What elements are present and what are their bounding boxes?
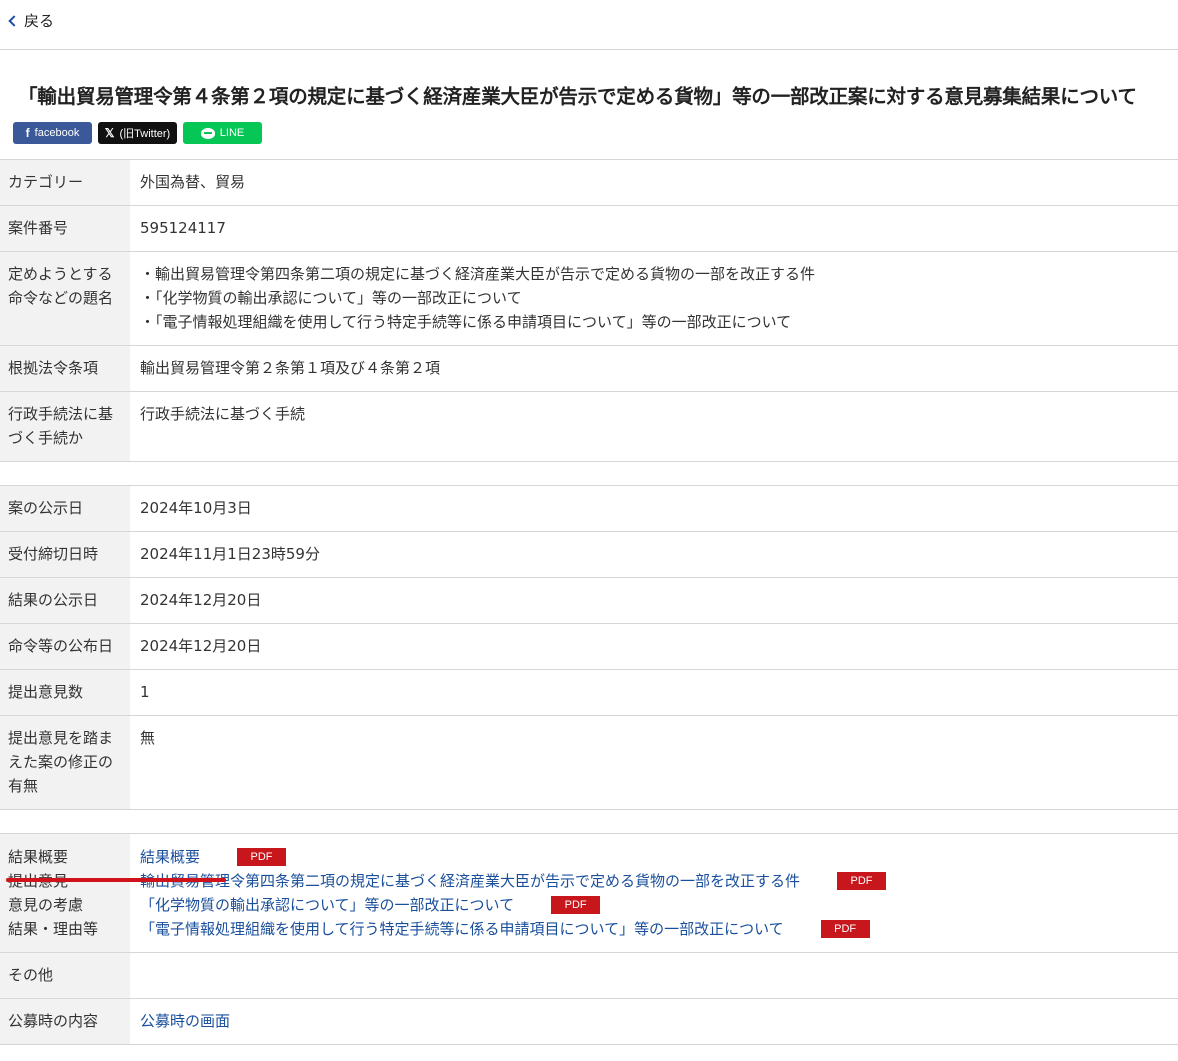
row-title-names: 定めようとする命令などの題名 ・輸出貿易管理令第四条第二項の規定に基づく経済産業…: [0, 252, 1178, 346]
row-value: [130, 953, 1178, 998]
link-item: 輸出貿易管理令第四条第二項の規定に基づく経済産業大臣が告示で定める貨物の一部を改…: [140, 869, 1168, 893]
row-label: 結果の公示日: [0, 578, 130, 623]
row-label: 提出意見数: [0, 670, 130, 715]
recruit-screen-link[interactable]: 公募時の画面: [140, 1012, 230, 1030]
share-buttons: f facebook 𝕏 (旧Twitter) LINE: [13, 122, 262, 144]
pdf-badge: PDF: [551, 896, 601, 914]
row-recruit-content: 公募時の内容 公募時の画面: [0, 999, 1178, 1045]
title-name-line: ・「化学物質の輸出承認について」等の一部改正について: [140, 289, 522, 307]
row-value: 公募時の画面: [130, 999, 1178, 1044]
share-facebook-label: facebook: [34, 127, 80, 139]
row-label: その他: [0, 953, 130, 998]
row-published-date: 案の公示日 2024年10月3日: [0, 486, 1178, 532]
row-label: 定めようとする命令などの題名: [0, 252, 130, 345]
pdf-badge: PDF: [820, 920, 870, 938]
x-logo-icon: 𝕏: [104, 126, 115, 140]
share-line-label: LINE: [219, 127, 245, 139]
row-category: カテゴリー 外国為替、貿易: [0, 160, 1178, 206]
row-label: 命令等の公布日: [0, 624, 130, 669]
title-name-line: ・「電子情報処理組織を使用して行う特定手続等に係る申請項目について」等の一部改正…: [140, 313, 792, 331]
title-name-line: ・輸出貿易管理令第四条第二項の規定に基づく経済産業大臣が告示で定める貨物の一部を…: [140, 265, 816, 283]
document-link[interactable]: 「化学物質の輸出承認について」等の一部改正について: [140, 893, 514, 917]
row-value: 1: [140, 683, 150, 701]
row-label: 結果概要 提出意見 意見の考慮 結果・理由等: [0, 834, 130, 952]
row-label: 案件番号: [0, 206, 130, 251]
share-facebook-button[interactable]: f facebook: [13, 122, 92, 144]
link-item: 「電子情報処理組織を使用して行う特定手続等に係る申請項目について」等の一部改正に…: [140, 917, 1168, 941]
share-x-button[interactable]: 𝕏 (旧Twitter): [98, 122, 177, 144]
page-title: 「輸出貿易管理令第４条第２項の規定に基づく経済産業大臣が告示で定める貨物」等の一…: [18, 85, 1137, 108]
pdf-badge: PDF: [837, 872, 887, 890]
row-value: ・輸出貿易管理令第四条第二項の規定に基づく経済産業大臣が告示で定める貨物の一部を…: [130, 252, 1178, 345]
line-icon: [200, 127, 215, 139]
facebook-icon: f: [25, 126, 30, 140]
row-label: 受付締切日時: [0, 532, 130, 577]
row-revised: 提出意見を踏まえた案の修正の有無 無: [0, 716, 1178, 810]
row-case-number: 案件番号 595124117: [0, 206, 1178, 252]
back-link[interactable]: 戻る: [8, 10, 55, 31]
row-value: 輸出貿易管理令第２条第１項及び４条第２項: [140, 359, 441, 377]
highlight-underline: [6, 878, 226, 882]
link-item: 結果概要 PDF: [140, 845, 1168, 869]
row-label: 案の公示日: [0, 486, 130, 531]
result-summary-label: 結果概要: [8, 848, 69, 866]
top-bar: 戻る: [0, 0, 1178, 50]
row-value: 2024年12月20日: [140, 637, 262, 655]
row-label: カテゴリー: [0, 160, 130, 205]
document-link[interactable]: 「電子情報処理組織を使用して行う特定手続等に係る申請項目について」等の一部改正に…: [140, 917, 784, 941]
row-other: その他: [0, 953, 1178, 999]
row-result-published: 結果の公示日 2024年12月20日: [0, 578, 1178, 624]
row-value: 2024年10月3日: [140, 499, 252, 517]
section-spacer: [0, 810, 1178, 834]
row-value: 行政手続法に基づく手続: [140, 405, 306, 423]
share-line-button[interactable]: LINE: [183, 122, 262, 144]
row-value: 外国為替、貿易: [140, 173, 246, 191]
row-label: 公募時の内容: [0, 999, 130, 1044]
chevron-left-icon: [8, 15, 20, 27]
row-label: 根拠法令条項: [0, 346, 130, 391]
section-spacer: [0, 462, 1178, 486]
row-value: 無: [140, 729, 156, 747]
row-label: 行政手続法に基づく手続か: [0, 392, 130, 461]
row-label: 提出意見を踏まえた案の修正の有無: [0, 716, 130, 809]
row-procedure: 行政手続法に基づく手続か 行政手続法に基づく手続: [0, 392, 1178, 462]
pdf-badge: PDF: [237, 848, 287, 866]
row-legal-basis: 根拠法令条項 輸出貿易管理令第２条第１項及び４条第２項: [0, 346, 1178, 392]
row-results: 結果概要 提出意見 意見の考慮 結果・理由等 結果概要 PDF 輸出貿易管理令第…: [0, 834, 1178, 953]
row-value: 結果概要 PDF 輸出貿易管理令第四条第二項の規定に基づく経済産業大臣が告示で定…: [130, 834, 1178, 952]
link-item: 「化学物質の輸出承認について」等の一部改正について PDF: [140, 893, 1168, 917]
row-value: 2024年12月20日: [140, 591, 262, 609]
result-summary-link[interactable]: 結果概要: [140, 845, 200, 869]
row-deadline: 受付締切日時 2024年11月1日23時59分: [0, 532, 1178, 578]
back-label: 戻る: [24, 12, 55, 30]
row-value: 2024年11月1日23時59分: [140, 545, 320, 563]
share-x-label: (旧Twitter): [119, 128, 171, 140]
document-link[interactable]: 輸出貿易管理令第四条第二項の規定に基づく経済産業大臣が告示で定める貨物の一部を改…: [140, 869, 800, 893]
details-table: カテゴリー 外国為替、貿易 案件番号 595124117 定めようとする命令など…: [0, 159, 1178, 1045]
row-value: 595124117: [140, 219, 226, 237]
row-opinion-count: 提出意見数 1: [0, 670, 1178, 716]
row-order-published: 命令等の公布日 2024年12月20日: [0, 624, 1178, 670]
